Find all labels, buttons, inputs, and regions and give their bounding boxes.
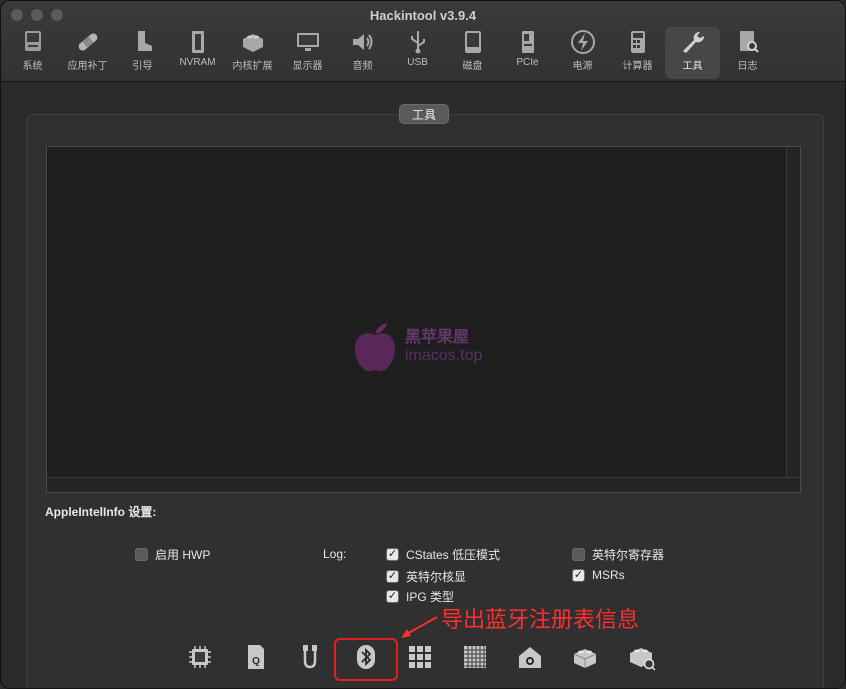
memory-grid-button[interactable] bbox=[460, 641, 490, 673]
tab-usb[interactable]: USB bbox=[390, 27, 445, 79]
speaker-icon bbox=[352, 34, 372, 50]
tab-label: 磁盘 bbox=[462, 61, 483, 72]
tab-label: 引导 bbox=[132, 61, 153, 72]
watermark-text: 黑苹果屋 imacos.top bbox=[405, 329, 482, 365]
titlebar: Hackintool v3.9.4 系统 应用补丁 引导 NVRAM 内核扩展 … bbox=[1, 1, 845, 82]
checkbox-label: MSRs bbox=[592, 568, 625, 582]
checkbox-label: 启用 HWP bbox=[155, 548, 211, 562]
section-title: 工具 bbox=[399, 104, 449, 124]
msrs-checkbox[interactable]: ✓ MSRs bbox=[572, 568, 625, 582]
igpu-checkbox[interactable]: ✓ 英特尔核显 bbox=[386, 568, 466, 585]
checkbox-label: 英特尔核显 bbox=[406, 570, 467, 584]
tab-label: 日志 bbox=[737, 61, 758, 72]
checkbox-box[interactable]: ✓ bbox=[386, 570, 399, 583]
nvram-chip-icon bbox=[191, 31, 204, 53]
home-camera-button[interactable] bbox=[515, 641, 545, 673]
window-title: Hackintool v3.9.4 bbox=[369, 8, 477, 23]
home-camera-icon bbox=[519, 647, 541, 668]
vertical-scrollbar[interactable] bbox=[786, 147, 800, 492]
display-icon bbox=[296, 33, 319, 51]
kext-search-button[interactable] bbox=[627, 641, 657, 673]
cable-connector-icon bbox=[303, 645, 317, 669]
hackintool-window: Hackintool v3.9.4 系统 应用补丁 引导 NVRAM 内核扩展 … bbox=[0, 0, 846, 689]
cable-button[interactable] bbox=[295, 641, 325, 673]
tab-pcie[interactable]: PCIe bbox=[500, 27, 555, 79]
tab-patch[interactable]: 应用补丁 bbox=[60, 27, 115, 79]
tab-label: 系统 bbox=[22, 61, 43, 72]
tab-label: NVRAM bbox=[179, 57, 216, 68]
tab-label: 应用补丁 bbox=[67, 61, 108, 72]
checkbox-box[interactable]: ✓ bbox=[386, 590, 399, 603]
tab-display[interactable]: 显示器 bbox=[280, 27, 335, 79]
checkbox-box[interactable] bbox=[572, 548, 585, 561]
tab-label: 内核扩展 bbox=[232, 61, 273, 72]
tab-audio[interactable]: 音频 bbox=[335, 27, 390, 79]
calculator-icon bbox=[630, 31, 645, 53]
log-search-icon bbox=[739, 31, 759, 53]
computer-icon bbox=[24, 31, 41, 51]
sd-card-q-icon: Q bbox=[248, 645, 264, 669]
kext-brick-button[interactable] bbox=[570, 641, 600, 673]
horizontal-scrollbar[interactable] bbox=[47, 477, 800, 492]
checkbox-label: 英特尔寄存器 bbox=[592, 548, 665, 562]
apple-logo-icon bbox=[355, 323, 395, 372]
annotation-arrow-icon bbox=[401, 616, 438, 638]
boot-icon bbox=[137, 31, 152, 51]
disk-icon bbox=[464, 31, 481, 53]
lego-brick-search-icon bbox=[630, 648, 656, 671]
tab-label: 显示器 bbox=[292, 61, 323, 72]
settings-label: AppleIntelInfo 设置: bbox=[45, 505, 157, 519]
annotation-text: 导出蓝牙注册表信息 bbox=[441, 607, 640, 632]
tab-label: 电源 bbox=[572, 61, 593, 72]
tab-log[interactable]: 日志 bbox=[720, 27, 775, 79]
checkbox-label: CStates 低压模式 bbox=[406, 548, 501, 562]
tab-label: 计算器 bbox=[622, 61, 653, 72]
checkbox-box[interactable] bbox=[135, 548, 148, 561]
tab-label: 音频 bbox=[352, 61, 373, 72]
cpu-info-button[interactable] bbox=[185, 641, 215, 673]
svg-text:Q: Q bbox=[252, 656, 260, 667]
lightning-icon bbox=[570, 30, 595, 54]
intel-registers-checkbox[interactable]: 英特尔寄存器 bbox=[572, 546, 664, 563]
watermark-line2: imacos.top bbox=[405, 347, 483, 364]
tab-calculator[interactable]: 计算器 bbox=[610, 27, 665, 79]
tab-label: USB bbox=[407, 57, 428, 68]
watermark-line1: 黑苹果屋 bbox=[405, 329, 470, 346]
checkbox-box[interactable]: ✓ bbox=[386, 548, 399, 561]
tab-label: 工具 bbox=[682, 61, 703, 72]
pcie-card-icon bbox=[521, 31, 534, 53]
lego-brick-icon bbox=[242, 34, 263, 52]
tab-disk[interactable]: 磁盘 bbox=[445, 27, 500, 79]
grid-apps-button[interactable] bbox=[405, 641, 435, 673]
tab-power[interactable]: 电源 bbox=[555, 27, 610, 79]
tab-system[interactable]: 系统 bbox=[5, 27, 60, 79]
tab-nvram[interactable]: NVRAM bbox=[170, 27, 225, 79]
sd-card-button[interactable]: Q bbox=[240, 641, 270, 673]
checkbox-box[interactable]: ✓ bbox=[572, 568, 585, 582]
log-label: Log: bbox=[323, 547, 347, 561]
memory-grid-icon bbox=[464, 646, 486, 668]
tab-tools[interactable]: 工具 bbox=[665, 27, 720, 79]
grid-apps-icon bbox=[409, 646, 431, 668]
cstates-checkbox[interactable]: ✓ CStates 低压模式 bbox=[386, 546, 500, 563]
tab-label: PCIe bbox=[516, 57, 539, 68]
tab-kexts[interactable]: 内核扩展 bbox=[225, 27, 280, 79]
wrench-icon bbox=[682, 31, 704, 53]
hwp-checkbox[interactable]: 启用 HWP bbox=[135, 546, 210, 563]
lego-brick-icon bbox=[573, 649, 597, 668]
usb-icon bbox=[410, 31, 425, 54]
tab-boot[interactable]: 引导 bbox=[115, 27, 170, 79]
watermark: 黑苹果屋 imacos.top bbox=[351, 319, 482, 375]
annotation-highlight-box bbox=[334, 638, 398, 681]
toolbar: 系统 应用补丁 引导 NVRAM 内核扩展 显示器 音频 USB 磁盘 PCIe… bbox=[5, 27, 775, 79]
bandage-icon bbox=[78, 33, 97, 51]
cpu-chip-icon bbox=[189, 646, 211, 668]
